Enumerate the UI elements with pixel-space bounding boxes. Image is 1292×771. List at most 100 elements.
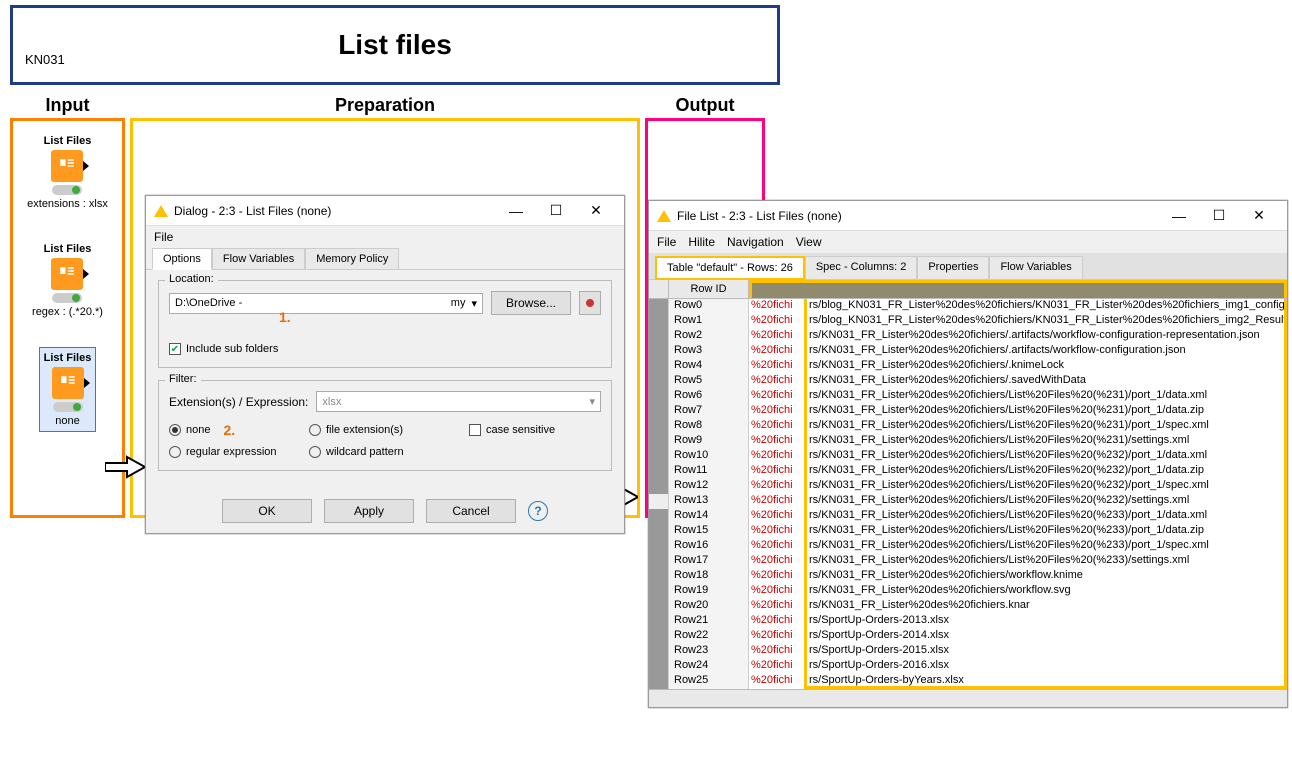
tab-flow-variables[interactable]: Flow Variables xyxy=(989,256,1082,280)
menu-hilite[interactable]: Hilite xyxy=(688,235,715,249)
maximize-button[interactable]: ☐ xyxy=(1199,202,1239,230)
cell-path: rs/blog_KN031_FR_Lister%20des%20fichiers… xyxy=(804,314,1287,329)
cell-rowid: Row22 xyxy=(669,629,749,644)
table-row[interactable]: Row5%20fichirs/KN031_FR_Lister%20des%20f… xyxy=(649,374,1287,389)
th-marker[interactable] xyxy=(649,280,669,298)
table-body: Row0%20fichirs/blog_KN031_FR_Lister%20de… xyxy=(649,299,1287,689)
table-row[interactable]: Row17%20fichirs/KN031_FR_Lister%20des%20… xyxy=(649,554,1287,569)
status-indicator xyxy=(53,402,83,412)
th-rowid[interactable]: Row ID xyxy=(669,280,749,298)
table-row[interactable]: Row3%20fichirs/KN031_FR_Lister%20des%20f… xyxy=(649,344,1287,359)
close-button[interactable]: ✕ xyxy=(1239,202,1279,230)
cell-prefix-trunc: %20fichi xyxy=(749,329,804,344)
dialog-list-files-config: Dialog - 2:3 - List Files (none) — ☐ ✕ F… xyxy=(145,195,625,534)
th-filepath[interactable] xyxy=(749,280,1287,298)
radio-wildcard[interactable]: wildcard pattern xyxy=(309,446,469,458)
workflow-code: KN031 xyxy=(25,52,65,67)
cell-path: rs/blog_KN031_FR_Lister%20des%20fichiers… xyxy=(804,299,1287,314)
row-marker xyxy=(649,524,669,539)
cell-prefix-trunc: %20fichi xyxy=(749,434,804,449)
cell-prefix-trunc: %20fichi xyxy=(749,344,804,359)
table-row[interactable]: Row20%20fichirs/KN031_FR_Lister%20des%20… xyxy=(649,599,1287,614)
window-title: Dialog - 2:3 - List Files (none) xyxy=(174,204,331,218)
cell-prefix-trunc: %20fichi xyxy=(749,644,804,659)
table-row[interactable]: Row12%20fichirs/KN031_FR_Lister%20des%20… xyxy=(649,479,1287,494)
config-tabs: Options Flow Variables Memory Policy xyxy=(146,248,624,270)
tab-table-default[interactable]: Table "default" - Rows: 26 xyxy=(655,256,805,280)
tab-flow-variables[interactable]: Flow Variables xyxy=(212,248,305,270)
table-row[interactable]: Row6%20fichirs/KN031_FR_Lister%20des%20f… xyxy=(649,389,1287,404)
cell-path: rs/SportUp-Orders-2016.xlsx xyxy=(804,659,1287,674)
cell-prefix-trunc: %20fichi xyxy=(749,554,804,569)
table-row[interactable]: Row18%20fichirs/KN031_FR_Lister%20des%20… xyxy=(649,569,1287,584)
cell-path: rs/KN031_FR_Lister%20des%20fichiers/List… xyxy=(804,554,1287,569)
table-row[interactable]: Row2%20fichirs/KN031_FR_Lister%20des%20f… xyxy=(649,329,1287,344)
table-row[interactable]: Row23%20fichirs/SportUp-Orders-2015.xlsx xyxy=(649,644,1287,659)
table-row[interactable]: Row7%20fichirs/KN031_FR_Lister%20des%20f… xyxy=(649,404,1287,419)
cell-prefix-trunc: %20fichi xyxy=(749,389,804,404)
include-subfolders-checkbox[interactable]: ✔ Include sub folders xyxy=(169,343,601,355)
close-button[interactable]: ✕ xyxy=(576,197,616,225)
node-list-files-1[interactable]: List Files extensions : xlsx xyxy=(23,131,112,214)
table-row[interactable]: Row1%20fichirs/blog_KN031_FR_Lister%20de… xyxy=(649,314,1287,329)
radio-none[interactable]: none 2. xyxy=(169,422,309,438)
cell-rowid: Row14 xyxy=(669,509,749,524)
row-marker xyxy=(649,344,669,359)
help-button[interactable]: ? xyxy=(528,501,548,521)
table-row[interactable]: Row19%20fichirs/KN031_FR_Lister%20des%20… xyxy=(649,584,1287,599)
table-row[interactable]: Row9%20fichirs/KN031_FR_Lister%20des%20f… xyxy=(649,434,1287,449)
table-row[interactable]: Row25%20fichirs/SportUp-Orders-byYears.x… xyxy=(649,674,1287,689)
table-row[interactable]: Row4%20fichirs/KN031_FR_Lister%20des%20f… xyxy=(649,359,1287,374)
cell-path: rs/KN031_FR_Lister%20des%20fichiers/List… xyxy=(804,449,1287,464)
table-row[interactable]: Row14%20fichirs/KN031_FR_Lister%20des%20… xyxy=(649,509,1287,524)
location-path-combo[interactable]: D:\OneDrive - my ▾ xyxy=(169,293,483,314)
list-files-icon xyxy=(51,258,83,290)
cell-prefix-trunc: %20fichi xyxy=(749,494,804,509)
cell-prefix-trunc: %20fichi xyxy=(749,419,804,434)
node-list-files-2[interactable]: List Files regex : (.*20.*) xyxy=(28,239,107,322)
apply-button[interactable]: Apply xyxy=(324,499,414,523)
table-row[interactable]: Row21%20fichirs/SportUp-Orders-2013.xlsx xyxy=(649,614,1287,629)
expression-combo[interactable]: xlsx ▾ xyxy=(316,391,601,412)
tab-spec-columns[interactable]: Spec - Columns: 2 xyxy=(805,256,917,280)
table-row[interactable]: Row24%20fichirs/SportUp-Orders-2016.xlsx xyxy=(649,659,1287,674)
row-marker xyxy=(649,509,669,524)
node-title: List Files xyxy=(44,135,92,147)
browse-button[interactable]: Browse... xyxy=(491,291,571,315)
window-titlebar[interactable]: Dialog - 2:3 - List Files (none) — ☐ ✕ xyxy=(146,196,624,226)
cell-rowid: Row2 xyxy=(669,329,749,344)
cell-rowid: Row4 xyxy=(669,359,749,374)
cell-path: rs/KN031_FR_Lister%20des%20fichiers/work… xyxy=(804,569,1287,584)
tab-options[interactable]: Options xyxy=(152,248,212,270)
radio-file-extensions[interactable]: file extension(s) xyxy=(309,424,469,436)
window-titlebar[interactable]: File List - 2:3 - List Files (none) — ☐ … xyxy=(649,201,1287,231)
case-sensitive-checkbox[interactable]: case sensitive xyxy=(469,424,609,436)
maximize-button[interactable]: ☐ xyxy=(536,197,576,225)
ok-button[interactable]: OK xyxy=(222,499,312,523)
cell-prefix-trunc: %20fichi xyxy=(749,599,804,614)
table-row[interactable]: Row16%20fichirs/KN031_FR_Lister%20des%20… xyxy=(649,539,1287,554)
radio-regex[interactable]: regular expression xyxy=(169,446,309,458)
path-value-right: my xyxy=(451,297,466,309)
table-row[interactable]: Row11%20fichirs/KN031_FR_Lister%20des%20… xyxy=(649,464,1287,479)
cancel-button[interactable]: Cancel xyxy=(426,499,516,523)
table-row[interactable]: Row15%20fichirs/KN031_FR_Lister%20des%20… xyxy=(649,524,1287,539)
cell-path: rs/KN031_FR_Lister%20des%20fichiers/List… xyxy=(804,464,1287,479)
cell-rowid: Row13 xyxy=(669,494,749,509)
table-row[interactable]: Row10%20fichirs/KN031_FR_Lister%20des%20… xyxy=(649,449,1287,464)
menu-file[interactable]: File xyxy=(154,230,173,244)
flow-variable-button[interactable] xyxy=(579,291,601,315)
table-row[interactable]: Row22%20fichirs/SportUp-Orders-2014.xlsx xyxy=(649,629,1287,644)
minimize-button[interactable]: — xyxy=(496,197,536,225)
node-list-files-3[interactable]: List Files none xyxy=(39,347,97,432)
menu-file[interactable]: File xyxy=(657,235,676,249)
tab-memory-policy[interactable]: Memory Policy xyxy=(305,248,399,270)
table-row[interactable]: Row8%20fichirs/KN031_FR_Lister%20des%20f… xyxy=(649,419,1287,434)
cell-rowid: Row9 xyxy=(669,434,749,449)
table-row[interactable]: Row0%20fichirs/blog_KN031_FR_Lister%20de… xyxy=(649,299,1287,314)
table-row[interactable]: Row13%20fichirs/KN031_FR_Lister%20des%20… xyxy=(649,494,1287,509)
menu-navigation[interactable]: Navigation xyxy=(727,235,784,249)
menu-view[interactable]: View xyxy=(796,235,822,249)
tab-properties[interactable]: Properties xyxy=(917,256,989,280)
minimize-button[interactable]: — xyxy=(1159,202,1199,230)
